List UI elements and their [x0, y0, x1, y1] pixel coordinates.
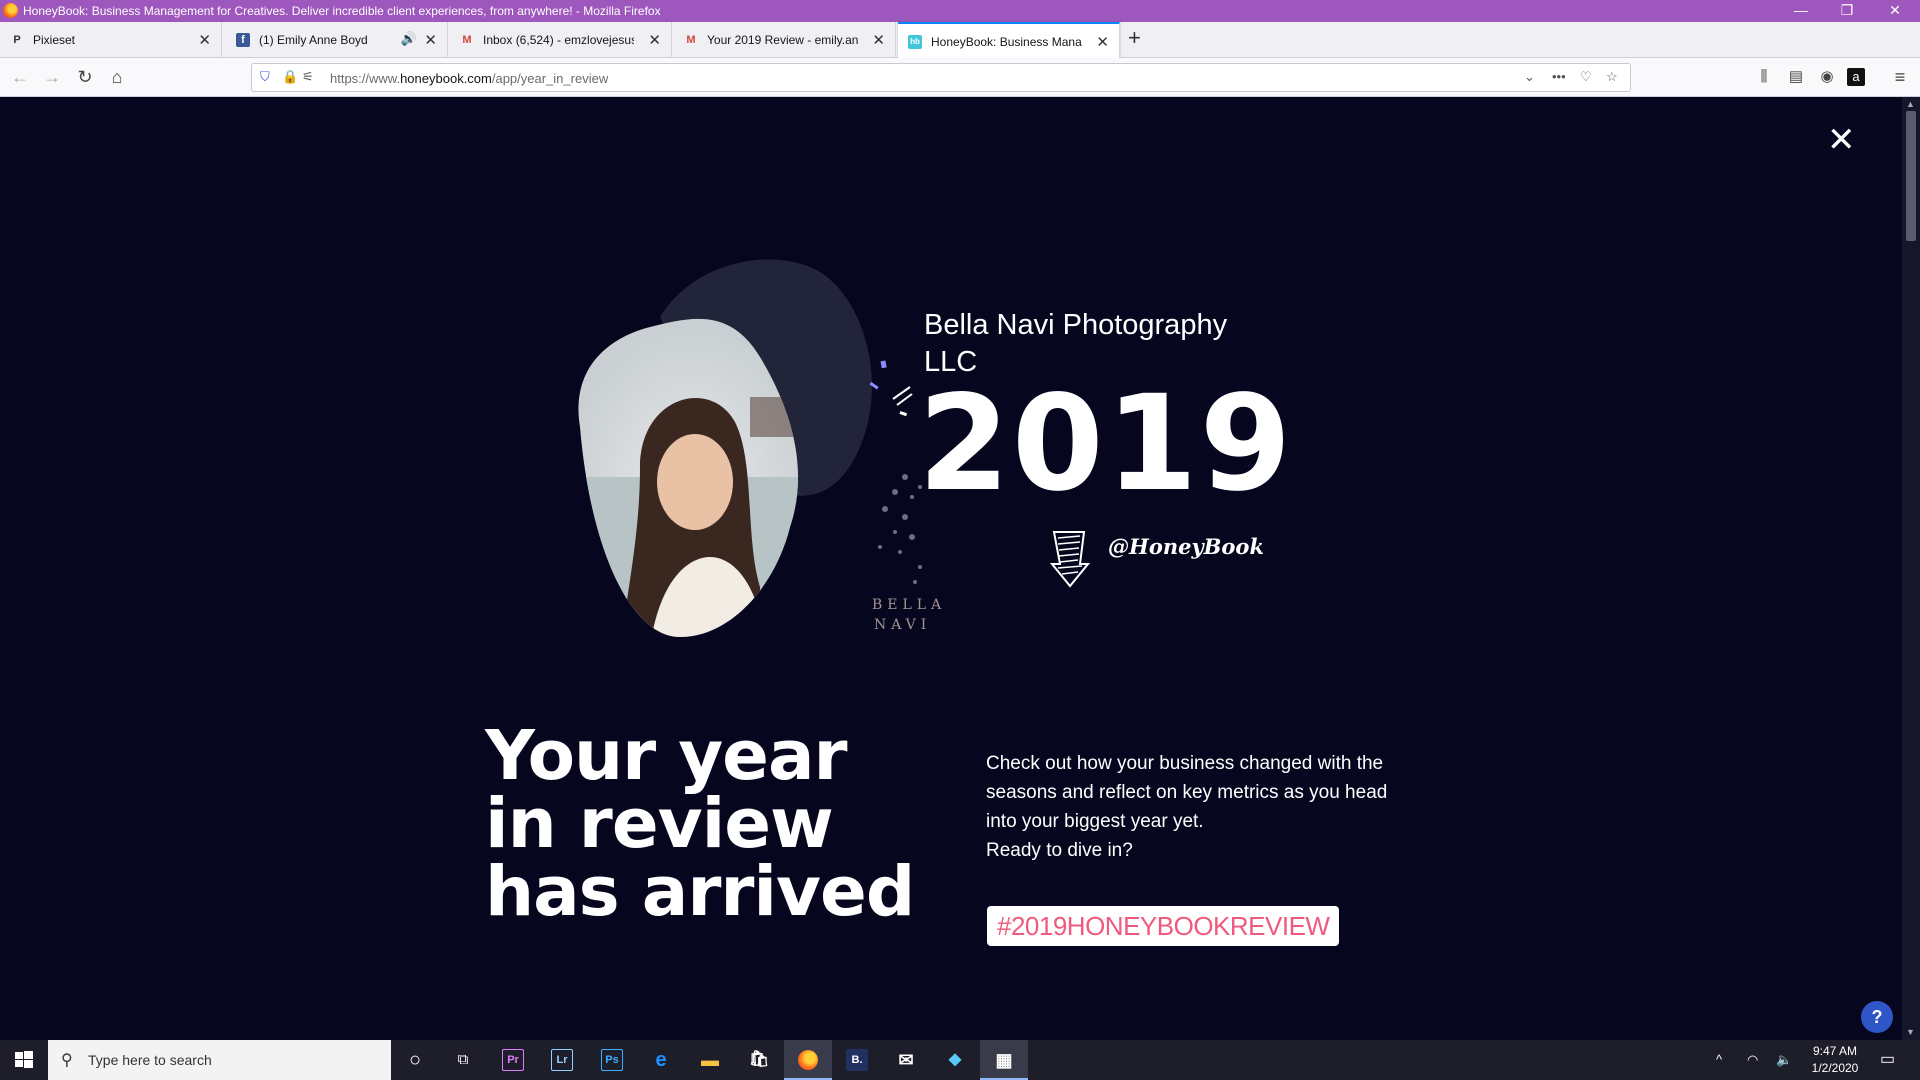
- gmail-favicon-icon: M: [462, 34, 472, 46]
- url-text[interactable]: https://www.honeybook.com/app/year_in_re…: [330, 71, 608, 86]
- tab-label: Pixieset: [33, 33, 76, 47]
- tab-label: Inbox (6,524) - emzlovejesus33@: [483, 33, 634, 47]
- window-titlebar: HoneyBook: Business Management for Creat…: [0, 0, 1920, 22]
- chevron-up-icon[interactable]: ^: [1716, 1040, 1722, 1080]
- page-actions-icon[interactable]: •••: [1552, 69, 1566, 84]
- taskbar-search[interactable]: ⚲ Type here to search: [48, 1040, 391, 1080]
- windows-logo-icon: [15, 1051, 33, 1068]
- photoshop-icon[interactable]: Ps: [588, 1040, 636, 1080]
- sidebar-icon[interactable]: ▤: [1784, 65, 1808, 89]
- new-tab-button[interactable]: +: [1128, 25, 1141, 51]
- tab-label: Your 2019 Review - emily.anne: [707, 33, 858, 47]
- file-explorer-icon[interactable]: ▬: [686, 1040, 734, 1080]
- tab-close-icon[interactable]: ✕: [198, 31, 211, 49]
- tab-strip: P Pixieset ✕ f (1) Emily Anne Boyd 🔊 ✕ M…: [0, 22, 1920, 58]
- tracking-shield-icon[interactable]: ⛉: [260, 69, 270, 85]
- edge-icon[interactable]: e: [637, 1040, 685, 1080]
- window-title: HoneyBook: Business Management for Creat…: [23, 4, 661, 18]
- page-scrollbar[interactable]: ▲ ▼: [1902, 97, 1920, 1040]
- notifications-icon[interactable]: ▭: [1880, 1040, 1895, 1080]
- headline: Your year in review has arrived: [485, 716, 915, 932]
- start-button[interactable]: [0, 1040, 48, 1080]
- down-arrow-icon: [1050, 531, 1090, 588]
- speaker-icon[interactable]: 🔊: [401, 31, 417, 47]
- tab-close-icon[interactable]: ✕: [872, 31, 885, 49]
- hero-photo-blob: BELLA NAVI: [578, 259, 946, 638]
- clock-time: 9:47 AM: [1812, 1044, 1858, 1058]
- library-icon[interactable]: ⫼: [1752, 65, 1776, 89]
- tab-label: (1) Emily Anne Boyd: [259, 33, 368, 47]
- confetti-dots: [878, 474, 922, 584]
- description: Check out how your business changed with…: [986, 749, 1416, 865]
- minimize-button[interactable]: —: [1778, 0, 1824, 22]
- gmail-favicon-icon: M: [686, 34, 696, 46]
- app-icon[interactable]: ◆: [931, 1040, 979, 1080]
- lightroom-icon[interactable]: Lr: [538, 1040, 586, 1080]
- url-bar[interactable]: ⛉ 🔒 ⚟ https://www.honeybook.com/app/year…: [251, 63, 1631, 92]
- tab-close-icon[interactable]: ✕: [424, 31, 437, 49]
- lock-icon[interactable]: 🔒: [282, 69, 298, 85]
- navigation-bar: ← → ↻ ⌂ ⛉ 🔒 ⚟ https://www.honeybook.com/…: [0, 58, 1920, 97]
- store-icon[interactable]: 🛍: [735, 1040, 783, 1080]
- volume-mute-icon[interactable]: 🔈: [1776, 1040, 1792, 1080]
- amazon-extension-icon[interactable]: a: [1847, 68, 1865, 86]
- tab-facebook[interactable]: f (1) Emily Anne Boyd 🔊 ✕: [226, 22, 448, 58]
- tab-pixieset[interactable]: P Pixieset ✕: [0, 22, 222, 58]
- tab-gmail-review[interactable]: M Your 2019 Review - emily.anne ✕: [674, 22, 896, 58]
- bookmark-star-icon[interactable]: ☆: [1606, 69, 1618, 85]
- hashtag-badge[interactable]: #2019HONEYBOOKREVIEW: [987, 906, 1340, 946]
- windows-taskbar: ⚲ Type here to search ○ ⧉ Pr Lr Ps e ▬ 🛍…: [0, 1040, 1920, 1080]
- scroll-up-icon[interactable]: ▲: [1906, 99, 1915, 109]
- home-button[interactable]: ⌂: [105, 65, 129, 89]
- premiere-icon[interactable]: Pr: [489, 1040, 537, 1080]
- mail-icon[interactable]: ✉: [882, 1040, 930, 1080]
- calculator-icon[interactable]: ▦: [980, 1040, 1028, 1080]
- scroll-down-icon[interactable]: ▼: [1906, 1027, 1915, 1037]
- clock-date: 1/2/2020: [1811, 1061, 1859, 1075]
- honeybook-favicon-icon: hb: [908, 35, 922, 49]
- search-icon: ⚲: [61, 1052, 73, 1069]
- close-icon[interactable]: ✕: [1827, 123, 1856, 157]
- reload-button[interactable]: ↻: [73, 65, 97, 89]
- task-view-icon[interactable]: ⧉: [439, 1040, 487, 1080]
- tab-label: HoneyBook: Business Managem: [931, 35, 1082, 49]
- photo-watermark: NAVI: [874, 617, 931, 633]
- account-icon[interactable]: ◉: [1815, 65, 1839, 89]
- photo-watermark: BELLA: [872, 597, 946, 613]
- tab-close-icon[interactable]: ✕: [1096, 33, 1109, 51]
- close-window-button[interactable]: ✕: [1872, 0, 1918, 22]
- tab-honeybook[interactable]: hb HoneyBook: Business Managem ✕: [898, 22, 1120, 58]
- permissions-icon[interactable]: ⚟: [302, 69, 314, 85]
- network-icon[interactable]: ◠: [1747, 1040, 1758, 1080]
- app-b-icon[interactable]: B.: [833, 1040, 881, 1080]
- scrollbar-thumb[interactable]: [1906, 111, 1916, 241]
- description-text: Check out how your business changed with…: [986, 753, 1388, 832]
- year-in-review-page: ✕ BELLA NAVI Bella Navi Photography LLC …: [0, 97, 1902, 1040]
- search-input[interactable]: Type here to search: [88, 1052, 212, 1068]
- description-question: Ready to dive in?: [986, 840, 1133, 861]
- help-button[interactable]: ?: [1861, 1001, 1893, 1033]
- firefox-taskbar-icon[interactable]: [784, 1040, 832, 1080]
- forward-button[interactable]: →: [40, 65, 64, 89]
- tab-gmail-inbox[interactable]: M Inbox (6,524) - emzlovejesus33@ ✕: [450, 22, 672, 58]
- tab-close-icon[interactable]: ✕: [648, 31, 661, 49]
- pocket-icon[interactable]: ♡: [1580, 69, 1592, 85]
- system-clock[interactable]: 9:47 AM 1/2/2020: [1800, 1043, 1870, 1077]
- cortana-icon[interactable]: ○: [391, 1040, 439, 1080]
- review-year: 2019: [918, 367, 1294, 521]
- restore-button[interactable]: ❐: [1824, 0, 1870, 22]
- menu-icon[interactable]: ≡: [1888, 65, 1912, 89]
- facebook-favicon-icon: f: [236, 33, 250, 47]
- pixieset-favicon-icon: P: [13, 34, 21, 46]
- back-button[interactable]: ←: [8, 65, 32, 89]
- chevron-down-icon[interactable]: ⌄: [1524, 69, 1535, 85]
- honeybook-handle: @HoneyBook: [1108, 534, 1264, 559]
- firefox-logo-icon: [3, 3, 18, 18]
